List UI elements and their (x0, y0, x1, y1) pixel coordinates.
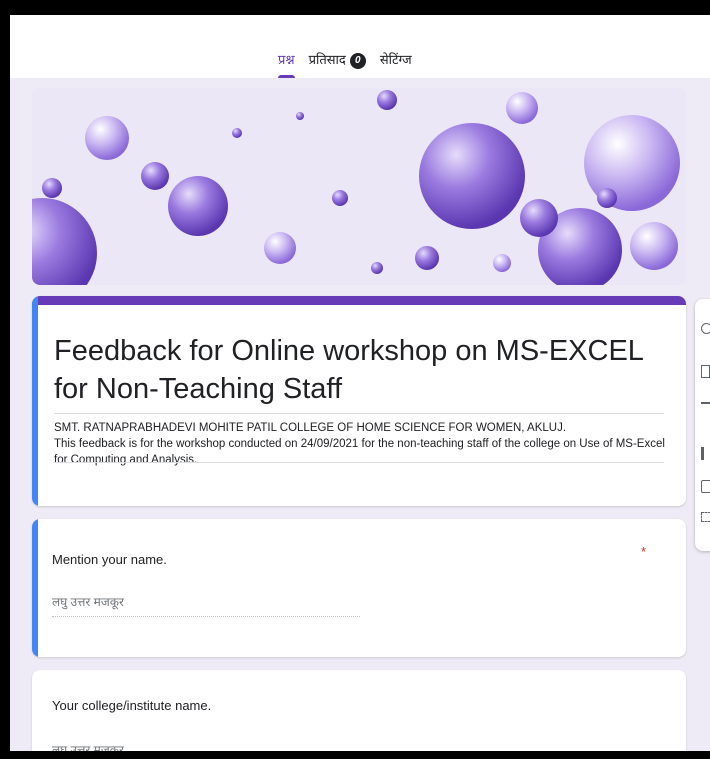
form-title-card[interactable]: Feedback for Online workshop on MS-EXCEL… (32, 296, 686, 506)
short-answer-placeholder: लघु उत्तर मजकूर (52, 741, 360, 751)
tab-responses-label: प्रतिसाद (308, 52, 346, 67)
title-divider (54, 413, 664, 414)
required-indicator: * (640, 544, 646, 559)
add-image-icon[interactable] (701, 447, 709, 460)
side-toolbar (695, 299, 710, 551)
form-description-line1: SMT. RATNAPRABHADEVI MOHITE PATIL COLLEG… (54, 422, 567, 434)
tab-questions[interactable]: प्रश्न (278, 49, 295, 78)
short-answer-placeholder: लघु उत्तर मजकूर (52, 593, 360, 617)
header-image (32, 88, 686, 285)
question-title[interactable]: Mention your name. (52, 552, 167, 567)
editor-tabs: प्रश्न प्रतिसाद 0 सेटिंग्ज (278, 49, 412, 78)
tab-settings[interactable]: सेटिंग्ज (380, 49, 412, 78)
active-card-indicator (32, 519, 38, 657)
form-title[interactable]: Feedback for Online workshop on MS-EXCEL… (54, 332, 674, 408)
form-description-line2: This feedback is for the workshop conduc… (54, 438, 665, 466)
bubbles-illustration (32, 88, 686, 285)
question-card[interactable]: Your college/institute name. लघु उत्तर म… (32, 670, 686, 751)
description-divider (54, 462, 664, 463)
top-bar: प्रश्न प्रतिसाद 0 सेटिंग्ज (10, 15, 710, 78)
question-card[interactable]: Mention your name. * लघु उत्तर मजकूर (32, 519, 686, 657)
tab-settings-label: सेटिंग्ज (379, 52, 412, 67)
forms-editor: प्रश्न प्रतिसाद 0 सेटिंग्ज Feedback for … (10, 15, 710, 751)
theme-accent-bar (32, 296, 686, 305)
add-video-icon[interactable] (701, 480, 710, 493)
form-description[interactable]: SMT. RATNAPRABHADEVI MOHITE PATIL COLLEG… (54, 420, 669, 468)
response-count-badge: 0 (349, 53, 366, 69)
tab-responses[interactable]: प्रतिसाद 0 (309, 49, 366, 78)
tab-questions-label: प्रश्न (278, 52, 295, 67)
add-question-icon[interactable] (701, 323, 710, 334)
question-title[interactable]: Your college/institute name. (52, 698, 211, 713)
import-questions-icon[interactable] (701, 365, 710, 378)
add-title-icon[interactable] (701, 397, 710, 409)
add-section-icon[interactable] (701, 512, 710, 522)
active-card-indicator (32, 296, 38, 506)
